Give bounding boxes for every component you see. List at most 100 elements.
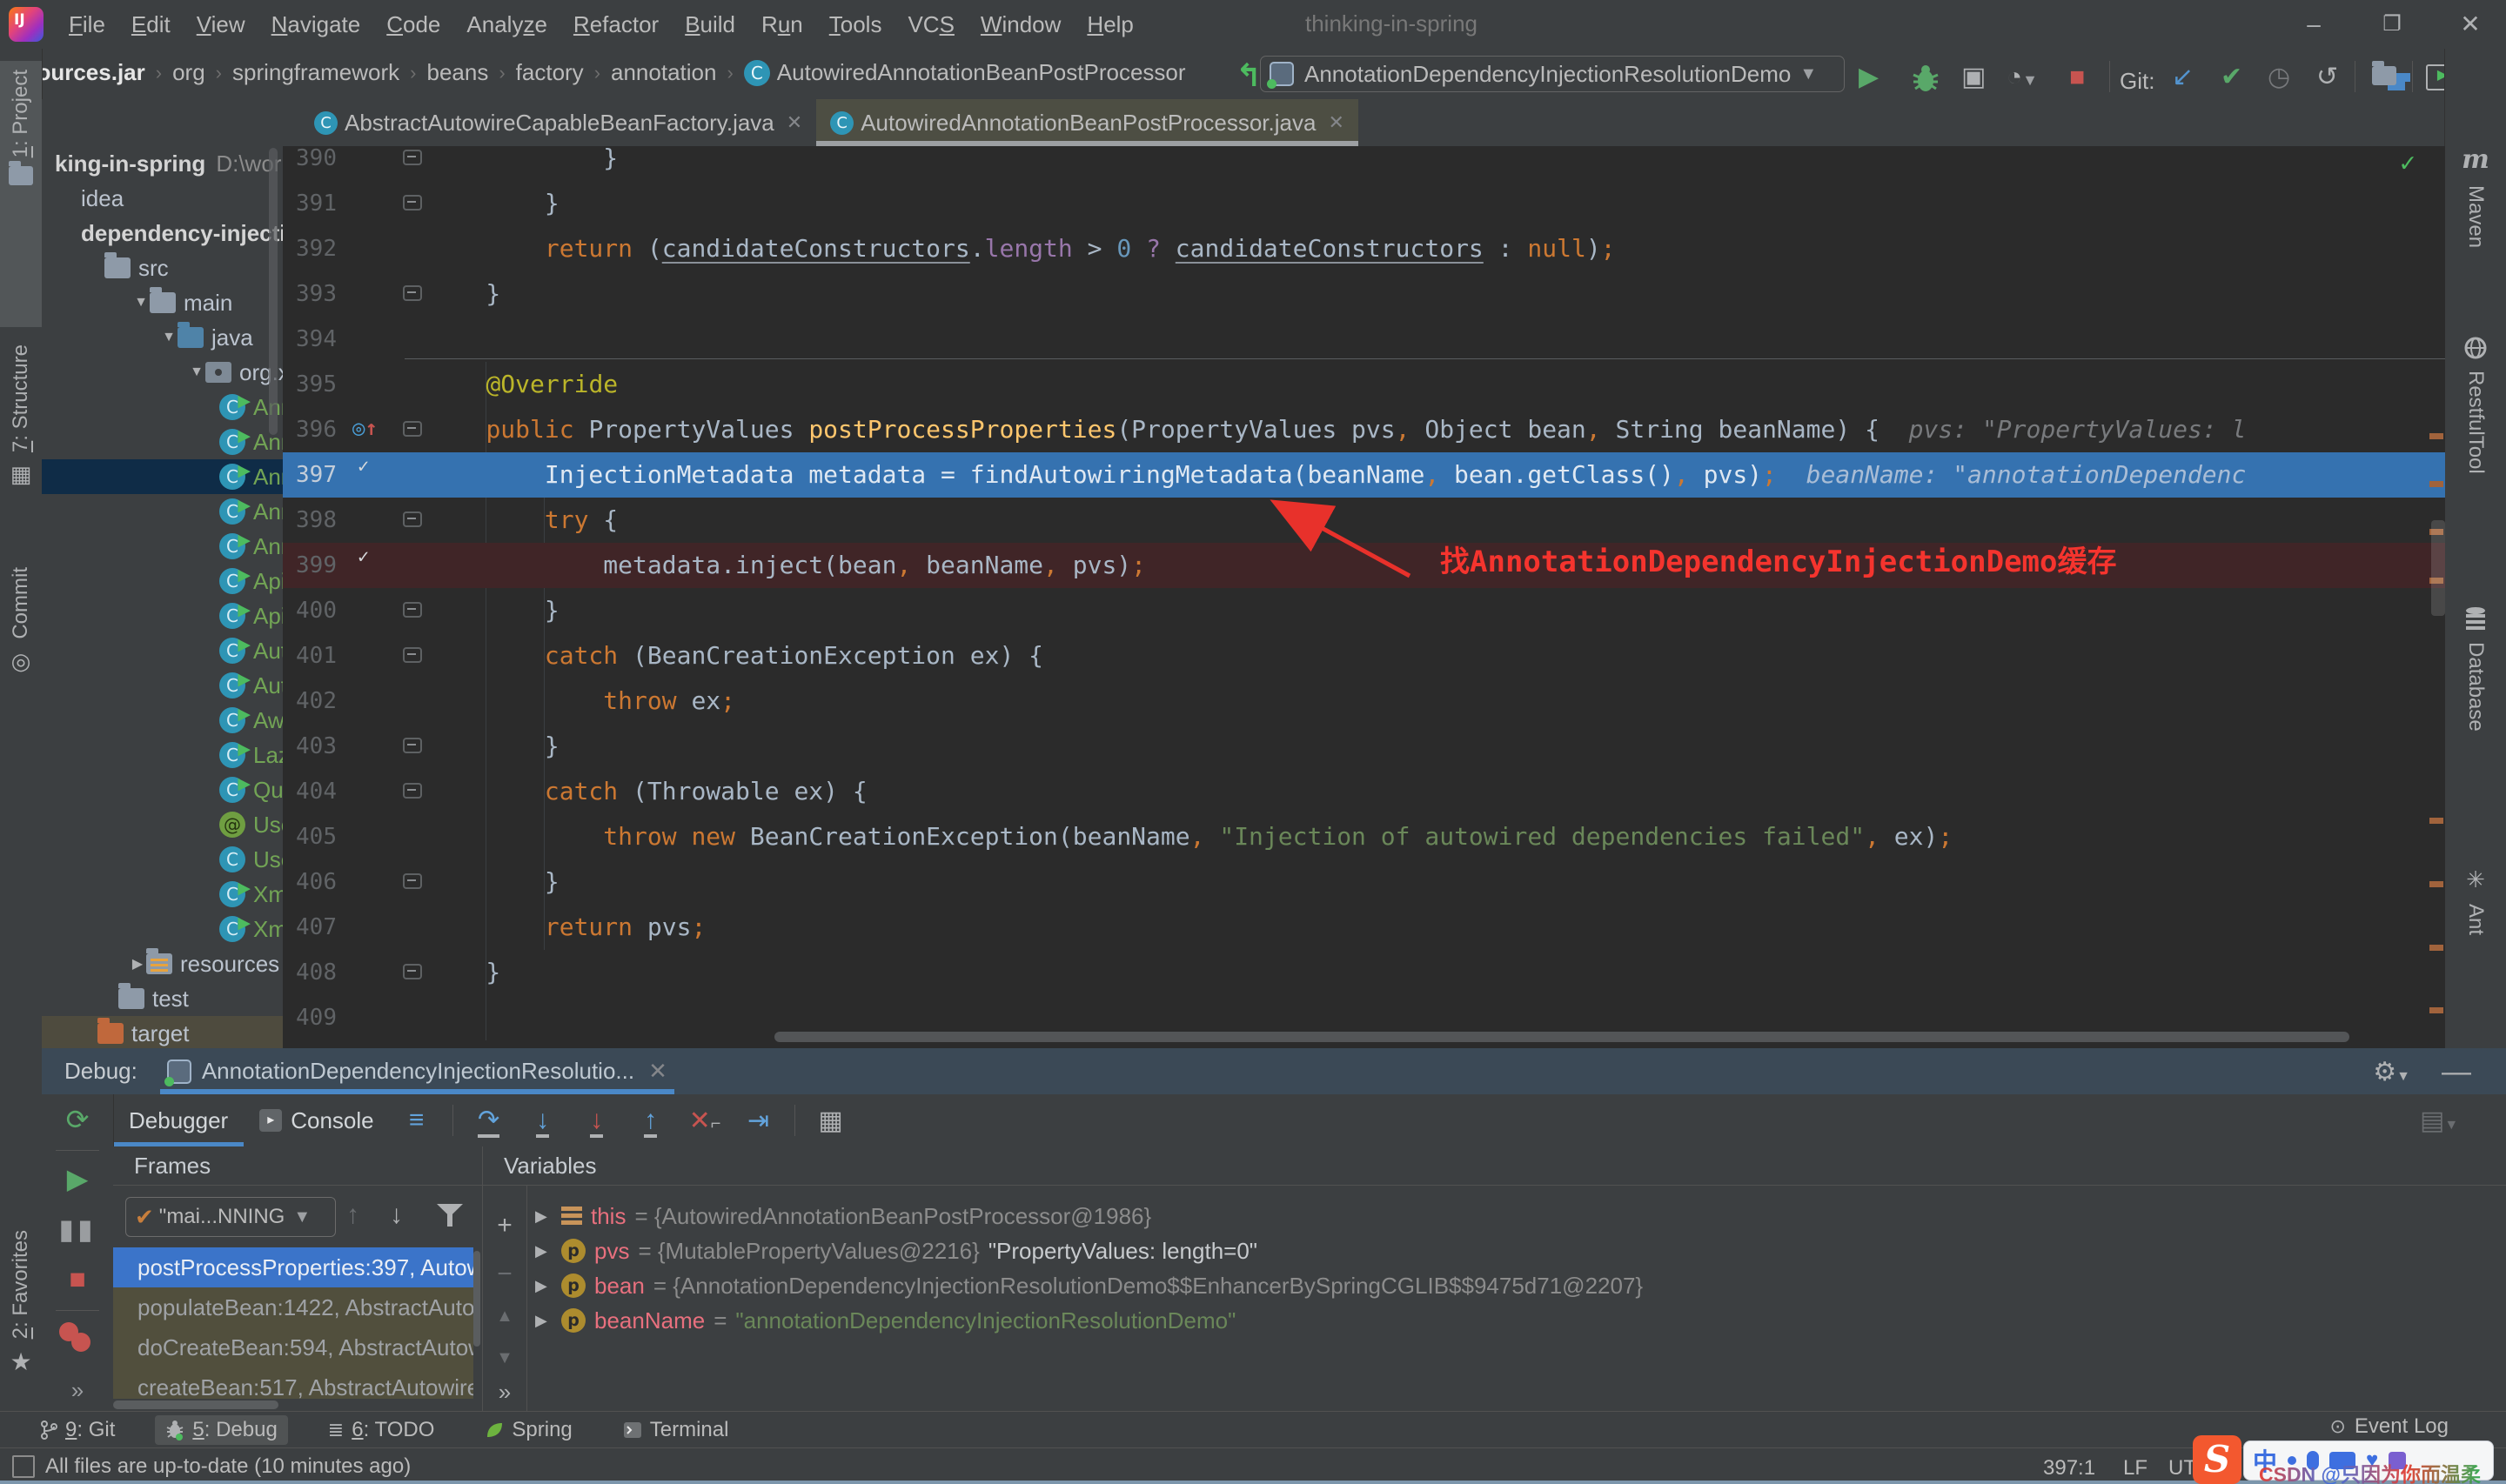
editor-tab[interactable]: CAbstractAutowireCapableBeanFactory.java… [300,99,816,146]
sidebar-item-restfultool[interactable]: RestfulTool [2445,336,2506,474]
close-icon[interactable]: ✕ [787,111,802,134]
tree-row[interactable]: idea [42,181,283,216]
pause-icon[interactable]: ▮▮ [42,1213,113,1246]
stop-debug-icon[interactable]: ■ [42,1263,113,1295]
line-number[interactable]: 396 [283,407,337,452]
menu-item-refactor[interactable]: Refactor [560,9,672,41]
tree-row[interactable]: C▶Annotati [42,459,283,494]
force-step-into-icon[interactable]: ↓ [581,1106,613,1135]
menu-item-tools[interactable]: Tools [816,9,895,41]
tab-debugger[interactable]: Debugger [113,1094,244,1146]
tree-expand-icon[interactable]: ▼ [132,295,150,311]
close-button[interactable]: ✕ [2440,5,2501,43]
menu-item-help[interactable]: Help [1074,9,1146,41]
toolwindow-button-terminal[interactable]: Terminal [613,1415,740,1445]
run-configuration-select[interactable]: AnnotationDependencyInjectionResolutionD… [1260,56,1845,92]
tree-expand-icon[interactable]: ▼ [188,364,205,380]
gear-icon[interactable]: ⚙▼ [2373,1057,2410,1087]
tree-row[interactable]: C▶AwareInt [42,703,283,738]
fold-marker-icon[interactable] [403,647,422,663]
sidebar-item-7-structure[interactable]: 7: Structure▦ [0,336,42,553]
resume-icon[interactable]: ▶ [42,1162,113,1195]
breadcrumb-item[interactable]: beans [426,59,488,86]
line-ending[interactable]: LF [2123,1456,2148,1481]
toolwindow-button-spring[interactable]: Spring [474,1415,582,1445]
variable-row[interactable]: ▶pbean= {AnnotationDependencyInjectionRe… [535,1268,2506,1303]
debugger-layout-icon[interactable]: ≡ [401,1106,432,1135]
menu-item-vcs[interactable]: VCS [895,9,967,41]
more-icon[interactable]: » [42,1377,113,1404]
line-number[interactable]: 409 [283,995,337,1040]
close-icon[interactable]: ✕ [1328,111,1343,134]
vcs-commit-icon[interactable]: ✔ [2221,63,2242,92]
frame-row[interactable]: createBean:517, AbstractAutowireCapableB… [113,1367,473,1399]
toolwindow-button-9-git[interactable]: 9: Git [30,1415,125,1445]
sidebar-item-commit[interactable]: Commit◎ [0,558,42,727]
sidebar-item-maven[interactable]: mMaven [2445,144,2506,248]
breadcrumb-item[interactable]: org [172,59,205,86]
tree-row[interactable]: C▶XmlDepe [42,912,283,946]
sidebar-item-favorites[interactable]: 2: Favorites★ [0,1221,42,1430]
breadcrumb-item[interactable]: factory [516,59,584,86]
fold-marker-icon[interactable] [403,873,422,889]
nav-back-icon[interactable]: ↰ [1236,57,1262,94]
line-number[interactable]: 403 [283,724,337,769]
tree-expand-icon[interactable]: ▶ [535,1207,561,1226]
tree-row[interactable]: C▶XmlDepe [42,877,283,912]
add-watch-icon[interactable]: + [483,1211,526,1240]
line-number[interactable]: 392 [283,226,337,271]
line-number[interactable]: 401 [283,633,337,678]
fold-marker-icon[interactable] [403,195,422,211]
tree-row[interactable]: C▶Autowirin [42,633,283,668]
variable-row[interactable]: ▶this= {AutowiredAnnotationBeanPostProce… [535,1199,2506,1233]
breadcrumb-class[interactable]: AutowiredAnnotationBeanPostProcessor [777,59,1186,86]
gutter[interactable]: ◎↑ [352,412,401,447]
rerun-icon[interactable]: ⟳ [42,1103,113,1136]
frame-row[interactable]: postProcessProperties:397, AutowiredAnno… [113,1247,473,1287]
fold-marker-icon[interactable] [403,964,422,979]
tree-row[interactable]: CUserHold [42,842,283,877]
tree-row[interactable]: ▼java [42,320,283,355]
tree-row[interactable]: target [42,1016,283,1048]
line-number[interactable]: 402 [283,678,337,724]
hide-panel-icon[interactable]: — [2442,1055,2471,1089]
tree-expand-icon[interactable]: ▶ [535,1242,561,1260]
menu-item-code[interactable]: Code [373,9,453,41]
thread-select[interactable]: ✔ "mai...NNING ▼ [125,1197,336,1237]
tree-row[interactable]: ▼main [42,285,283,320]
drop-frame-icon[interactable]: ✕⌐ [689,1106,720,1136]
debug-session-tab[interactable]: AnnotationDependencyInjectionResolutio..… [167,1048,667,1094]
history-icon[interactable]: ◷ [2268,63,2290,92]
stop-button[interactable]: ■ [2069,63,2085,92]
frame-down-icon[interactable]: ↓ [390,1200,403,1230]
line-number[interactable]: 410 [283,1040,337,1048]
remove-watch-icon[interactable]: − [483,1260,526,1289]
tree-expand-icon[interactable]: ▼ [160,330,178,345]
line-number[interactable]: 390 [283,146,337,181]
profiler-button[interactable]: ◔▼ [2007,63,2038,95]
tree-expand-icon[interactable]: ▶ [129,955,146,973]
tree-expand-icon[interactable]: ▶ [535,1277,561,1295]
layout-settings-icon[interactable]: ▤▼ [2420,1106,2451,1136]
line-number[interactable]: 397 [283,452,337,498]
fold-marker-icon[interactable] [403,421,422,437]
tree-scrollbar[interactable] [269,148,278,435]
tree-row[interactable]: C▶Annotati [42,494,283,529]
editor-scrollbar[interactable] [2431,520,2445,616]
inspections-ok-icon[interactable]: ✓ [2400,148,2416,178]
tree-row[interactable]: ▼org.xiaoge.t [42,355,283,390]
line-number[interactable]: 393 [283,271,337,317]
fold-marker-icon[interactable] [403,150,422,165]
tree-row[interactable]: C▶Autowirin [42,668,283,703]
tree-row[interactable]: dependency-injection [42,216,283,251]
close-icon[interactable]: ✕ [648,1058,667,1085]
fold-marker-icon[interactable] [403,738,422,753]
frames-hscrollbar[interactable] [113,1400,278,1409]
fold-marker-icon[interactable] [403,602,422,618]
tab-console[interactable]: ▸Console [244,1094,389,1146]
editor-hscrollbar[interactable] [774,1032,2349,1042]
line-number[interactable]: 399 [283,543,337,588]
line-number[interactable]: 395 [283,362,337,407]
fold-marker-icon[interactable] [403,783,422,799]
tree-row[interactable]: C▶Annotati [42,529,283,564]
